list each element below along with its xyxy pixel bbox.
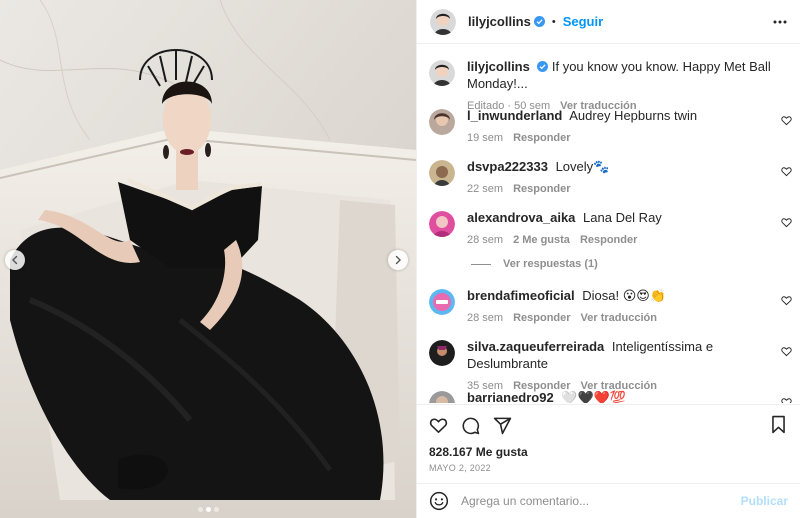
post-date: Mayo 2, 2022 xyxy=(429,463,491,473)
comment-text: Diosa! 😮😍👏 xyxy=(582,288,667,303)
post-actions: 828.167 Me gusta Mayo 2, 2022 xyxy=(417,404,800,473)
post-header: lilyjcollins • Seguir xyxy=(417,0,800,44)
commenter-avatar[interactable] xyxy=(429,160,455,186)
author-avatar[interactable] xyxy=(429,60,455,86)
verified-icon xyxy=(536,61,548,72)
reply-button[interactable]: Responder xyxy=(513,130,570,147)
reply-button[interactable]: Responder xyxy=(513,310,570,327)
chevron-left-icon xyxy=(12,255,18,265)
comment-username[interactable]: dsvpa222333 xyxy=(467,159,548,174)
comment-username[interactable]: brendafimeoficial xyxy=(467,288,575,303)
verified-icon xyxy=(533,16,545,27)
comment-time: 28 sem xyxy=(467,312,504,324)
commenter-avatar[interactable] xyxy=(429,391,455,403)
commenter-avatar[interactable] xyxy=(429,340,455,366)
reply-button[interactable]: Responder xyxy=(580,232,637,249)
photo-image xyxy=(0,0,416,518)
carousel-indicator xyxy=(0,507,416,512)
caption-username[interactable]: lilyjcollins xyxy=(467,59,530,74)
commenter-avatar[interactable] xyxy=(429,211,455,237)
action-bar xyxy=(429,405,788,445)
comment-username[interactable]: barrianedro92 xyxy=(467,390,554,403)
comment-item: brendafimeoficial Diosa! 😮😍👏 28 sem Resp… xyxy=(417,287,800,327)
author-avatar[interactable] xyxy=(430,8,456,35)
comment-time: 22 sem xyxy=(467,183,504,195)
carousel-dot-active xyxy=(205,507,211,512)
comment-time: 28 sem xyxy=(467,234,504,246)
comment-input[interactable] xyxy=(461,494,741,508)
replies-divider xyxy=(471,263,491,265)
translate-link[interactable]: Ver traducción xyxy=(581,310,657,327)
comment-likes[interactable]: 2 Me gusta xyxy=(513,232,570,249)
post-side-panel: lilyjcollins • Seguir lilyjcollins If yo… xyxy=(416,0,800,518)
separator-dot: • xyxy=(551,15,556,28)
commenter-avatar[interactable] xyxy=(429,289,455,315)
comment-text: Lana Del Ray xyxy=(583,210,662,225)
chevron-right-icon xyxy=(395,255,401,265)
heart-icon[interactable] xyxy=(781,346,792,357)
add-comment-bar: Publicar xyxy=(417,483,800,518)
author-username[interactable]: lilyjcollins xyxy=(468,14,531,29)
view-replies-button[interactable]: Ver respuestas (1) xyxy=(471,258,598,270)
more-icon[interactable] xyxy=(772,14,788,30)
bookmark-icon[interactable] xyxy=(769,415,788,434)
emoji-icon[interactable] xyxy=(429,491,449,511)
comment-text: Lovely🐾 xyxy=(555,159,610,174)
comment-username[interactable]: l_inwunderland xyxy=(467,108,562,123)
comment-item: dsvpa222333 Lovely🐾 22 sem Responder xyxy=(417,158,800,198)
heart-icon[interactable] xyxy=(429,416,448,435)
post-photo[interactable] xyxy=(0,0,416,518)
heart-icon[interactable] xyxy=(781,166,792,177)
next-photo-button[interactable] xyxy=(388,250,408,270)
comment-username[interactable]: alexandrova_aika xyxy=(467,210,575,225)
heart-icon[interactable] xyxy=(781,295,792,306)
follow-button[interactable]: Seguir xyxy=(563,14,603,29)
comment-time: 19 sem xyxy=(467,132,504,144)
view-replies-label: Ver respuestas (1) xyxy=(503,258,598,270)
comment-username[interactable]: silva.zaqueuferreirada xyxy=(467,339,604,354)
reply-button[interactable]: Responder xyxy=(513,181,570,198)
comments-list[interactable]: lilyjcollins If you know you know. Happy … xyxy=(417,45,800,403)
post-modal: lilyjcollins • Seguir lilyjcollins If yo… xyxy=(0,0,800,518)
comment-item: barrianedro92 🤍🖤❤️💯 xyxy=(417,389,800,403)
comment-icon[interactable] xyxy=(461,416,480,435)
heart-icon[interactable] xyxy=(781,397,792,403)
carousel-dot xyxy=(197,507,203,512)
previous-photo-button[interactable] xyxy=(5,250,25,270)
comment-text: Audrey Hepburns twin xyxy=(569,108,698,123)
comment-item: alexandrova_aika Lana Del Ray 28 sem 2 M… xyxy=(417,209,800,249)
comment-text: 🤍🖤❤️💯 xyxy=(561,390,627,403)
share-icon[interactable] xyxy=(493,416,512,435)
heart-icon[interactable] xyxy=(781,115,792,126)
likes-count[interactable]: 828.167 Me gusta xyxy=(429,445,788,459)
heart-icon[interactable] xyxy=(781,217,792,228)
publish-button[interactable]: Publicar xyxy=(741,494,788,508)
commenter-avatar[interactable] xyxy=(429,109,455,135)
comment-item: l_inwunderland Audrey Hepburns twin 19 s… xyxy=(417,107,800,147)
comment-item: silva.zaqueuferreirada Inteligentíssima … xyxy=(417,338,800,395)
carousel-dot xyxy=(213,507,219,512)
